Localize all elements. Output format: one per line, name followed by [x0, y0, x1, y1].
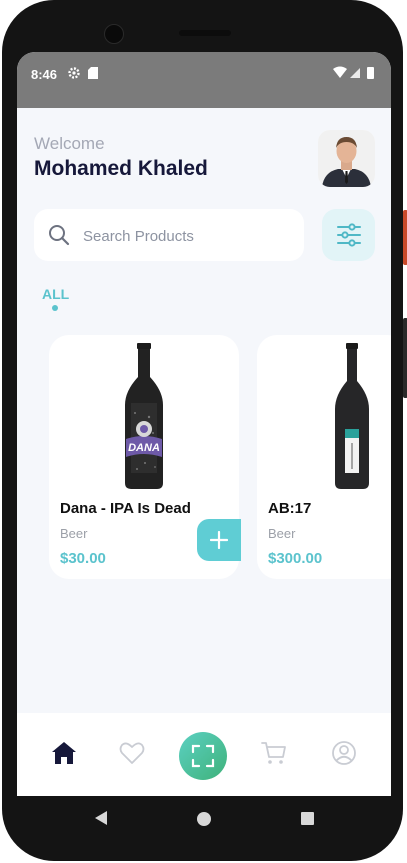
android-navigation-bar — [17, 796, 391, 842]
bottle-label-text: DANA — [128, 442, 160, 454]
product-category: Beer — [268, 526, 296, 541]
home-icon[interactable] — [50, 739, 80, 769]
status-time: 8:46 — [31, 67, 58, 82]
back-icon[interactable] — [94, 810, 108, 831]
scan-button[interactable] — [179, 732, 227, 780]
heart-icon[interactable] — [118, 739, 148, 769]
welcome-label: Welcome — [34, 134, 105, 153]
power-button — [403, 210, 407, 265]
volume-button — [403, 318, 407, 398]
android-home-icon[interactable] — [197, 812, 211, 826]
category-selected-indicator — [52, 305, 58, 311]
product-card[interactable]: AB:17 Beer $300.00 — [257, 335, 391, 579]
front-camera — [104, 24, 124, 44]
phone-frame: 8:46 Welcome Mohamed Khaled Search Produ… — [2, 0, 407, 861]
user-name: Mohamed Khaled — [34, 157, 208, 180]
category-tab-all[interactable]: ALL — [42, 286, 69, 302]
sliders-icon — [337, 223, 361, 247]
product-image — [335, 343, 369, 489]
search-bar[interactable] — [34, 209, 304, 263]
product-price: $300.00 — [268, 550, 323, 567]
scan-icon — [191, 744, 215, 768]
search-input[interactable] — [81, 209, 300, 263]
product-name: AB:17 — [268, 500, 312, 517]
plus-icon — [210, 531, 228, 549]
product-price: $30.00 — [60, 550, 106, 567]
wifi-signal-battery-icons — [333, 66, 379, 83]
search-icon — [47, 223, 71, 252]
settings-sd-status-icons — [68, 66, 108, 83]
status-bar: 8:46 — [17, 52, 391, 108]
filter-button[interactable] — [322, 209, 375, 261]
product-image: DANA — [125, 343, 163, 489]
product-category: Beer — [60, 526, 88, 541]
app-screen: 8:46 Welcome Mohamed Khaled Search Produ… — [17, 52, 391, 796]
cart-icon[interactable] — [260, 739, 290, 769]
profile-icon[interactable] — [330, 739, 360, 769]
earpiece-speaker — [179, 30, 231, 36]
avatar[interactable] — [318, 130, 375, 187]
add-to-cart-button[interactable] — [197, 519, 241, 561]
product-name: Dana - IPA Is Dead — [60, 500, 191, 517]
bottom-navigation — [17, 713, 391, 796]
recents-icon[interactable] — [301, 812, 314, 825]
